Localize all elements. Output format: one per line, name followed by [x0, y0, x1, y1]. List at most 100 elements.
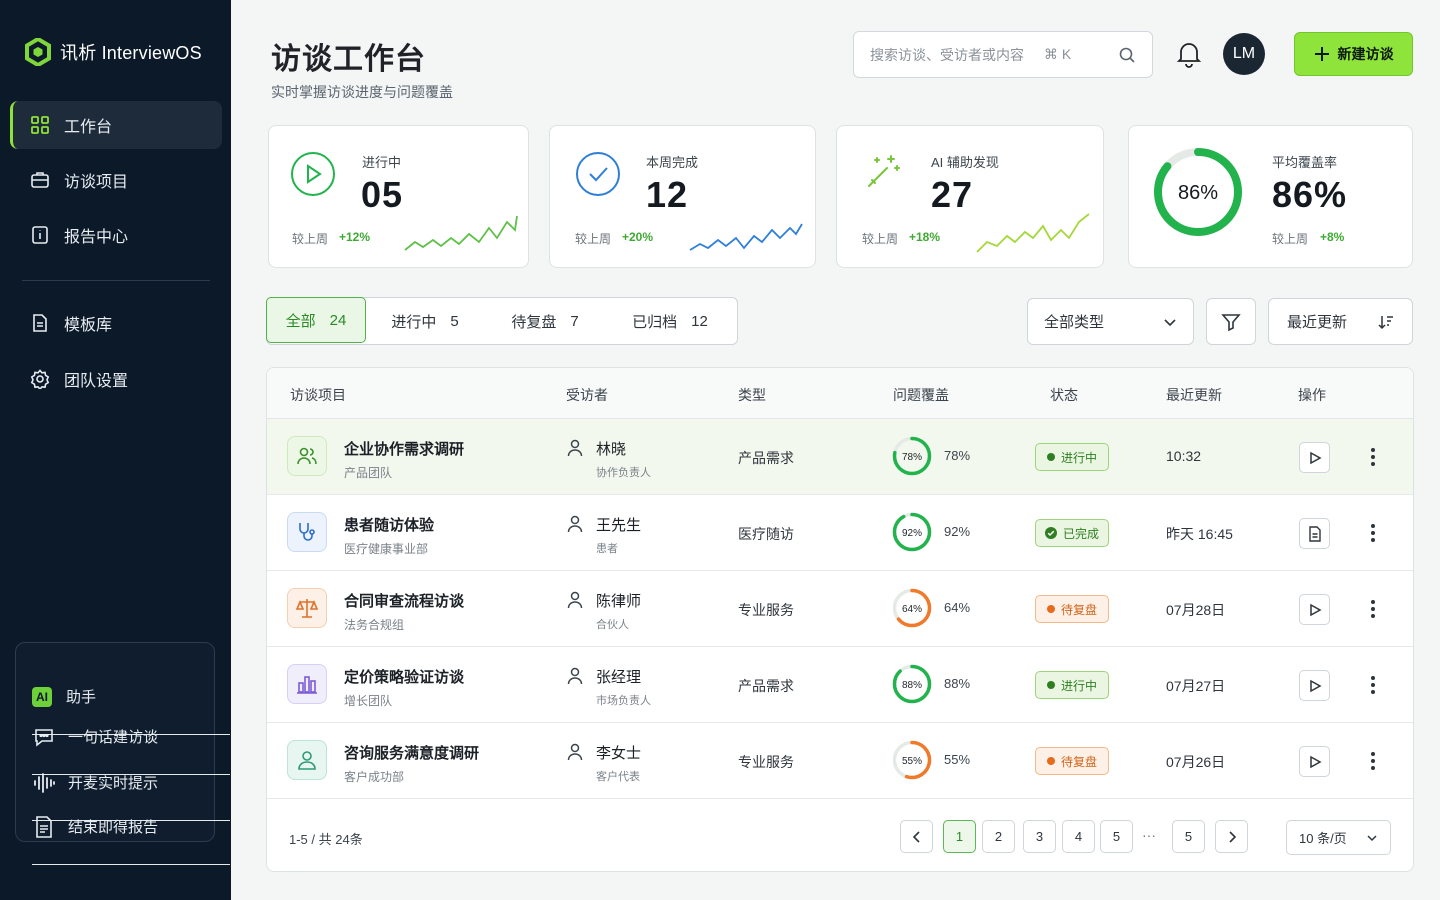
- document-icon: [33, 314, 47, 332]
- project-icon: [287, 664, 327, 704]
- bell-icon[interactable]: [1176, 40, 1202, 68]
- more-options-button[interactable]: [1363, 749, 1383, 773]
- tab-count: 5: [450, 312, 459, 330]
- page-button[interactable]: 3: [1023, 820, 1056, 853]
- table-row[interactable]: 企业协作需求调研 产品团队 林晓 协作负责人 产品需求 78% 78% 进行中 …: [267, 419, 1413, 495]
- stat-value: 27: [931, 174, 974, 215]
- sparkline: [689, 223, 803, 251]
- project-name[interactable]: 合同审查流程访谈: [344, 590, 464, 611]
- interviewee-name: 李女士: [596, 745, 642, 762]
- tab-to-review[interactable]: 待复盘 7: [485, 298, 605, 344]
- project-name[interactable]: 定价策略验证访谈: [344, 666, 464, 687]
- app-name: 讯析 InterviewOS: [60, 43, 202, 63]
- app-logo[interactable]: 讯析 InterviewOS: [24, 38, 202, 66]
- tab-count: 7: [570, 312, 579, 330]
- project-name[interactable]: 咨询服务满意度调研: [344, 742, 479, 763]
- check-circle-icon: [576, 152, 620, 196]
- play-button[interactable]: [1299, 594, 1330, 625]
- play-button[interactable]: [1299, 746, 1330, 777]
- user-icon: [298, 751, 316, 770]
- new-interview-button[interactable]: 新建访谈: [1294, 32, 1413, 76]
- search-input[interactable]: 搜索访谈、受访者或内容 ⌘ K: [853, 31, 1153, 78]
- coverage-ring: 55%: [892, 740, 932, 780]
- page-button[interactable]: 5: [1172, 820, 1205, 853]
- bar-chart-icon: [297, 676, 317, 694]
- sidebar-item-label: 报告中心: [64, 229, 129, 246]
- more-options-button[interactable]: [1363, 521, 1383, 545]
- table-header: 访谈项目 受访者 类型 问题覆盖 状态 最近更新 操作: [267, 368, 1413, 419]
- stat-card-ai-findings[interactable]: AI 辅助发现 27 较上周 +18%: [836, 125, 1104, 268]
- interviewee-name: 陈律师: [596, 593, 642, 610]
- view-report-button[interactable]: [1299, 518, 1330, 549]
- tab-label: 待复盘: [511, 313, 557, 331]
- table-row[interactable]: 患者随访体验 医疗健康事业部 王先生 患者 医疗随访 92% 92% 已完成 昨…: [267, 495, 1413, 571]
- tab-archived[interactable]: 已归档 12: [605, 298, 735, 344]
- more-vertical-icon: [1371, 600, 1375, 618]
- sidebar-item-projects[interactable]: 访谈项目: [10, 156, 222, 204]
- coverage-ring-text: 64%: [902, 604, 922, 615]
- more-options-button[interactable]: [1363, 673, 1383, 697]
- chevron-right-icon: [1228, 830, 1236, 843]
- table-row[interactable]: 咨询服务满意度调研 客户成功部 李女士 客户代表 专业服务 55% 55% 待复…: [267, 723, 1413, 799]
- sort-select[interactable]: 最近更新: [1268, 298, 1413, 345]
- person-icon: [567, 515, 583, 533]
- coverage-ring-text: 55%: [902, 756, 922, 767]
- status-dot-icon: [1046, 605, 1055, 613]
- report-icon: [32, 226, 48, 244]
- pagination-ellipsis: ···: [1142, 827, 1156, 843]
- page-button[interactable]: 1: [943, 820, 976, 853]
- user-avatar[interactable]: LM: [1223, 33, 1265, 75]
- assistant-feature-report[interactable]: 结束即得报告: [32, 789, 230, 865]
- page-size-value: 10 条/页: [1299, 831, 1347, 846]
- stat-delta: +8%: [1320, 230, 1345, 244]
- sidebar-item-templates[interactable]: 模板库: [10, 299, 222, 347]
- coverage-percent: 88%: [944, 676, 971, 691]
- project-name[interactable]: 患者随访体验: [344, 514, 434, 535]
- coverage-percent: 92%: [944, 524, 971, 539]
- next-page-button[interactable]: [1215, 820, 1248, 853]
- pagination-info: 1-5 / 共 24条: [289, 832, 363, 847]
- tab-in-progress[interactable]: 进行中 5: [365, 298, 485, 344]
- sidebar-item-label: 模板库: [64, 317, 113, 334]
- page-button[interactable]: 2: [982, 820, 1015, 853]
- page-size-select[interactable]: 10 条/页: [1286, 820, 1391, 855]
- document-icon: [1308, 525, 1321, 542]
- play-button[interactable]: [1299, 670, 1330, 701]
- person-icon: [567, 743, 583, 761]
- column-header: 状态: [1050, 387, 1078, 403]
- stat-card-in-progress[interactable]: 进行中 05 较上周 +12%: [268, 125, 529, 268]
- table-row[interactable]: 定价策略验证访谈 增长团队 张经理 市场负责人 产品需求 88% 88% 进行中…: [267, 647, 1413, 723]
- page-button[interactable]: 4: [1062, 820, 1095, 853]
- search-placeholder: 搜索访谈、受访者或内容: [870, 46, 1024, 63]
- filter-button[interactable]: [1206, 298, 1256, 345]
- type-select[interactable]: 全部类型: [1027, 298, 1194, 345]
- column-header: 类型: [738, 387, 766, 403]
- coverage-ring-text: 86%: [1178, 182, 1218, 204]
- stat-value: 12: [646, 174, 689, 215]
- project-name[interactable]: 企业协作需求调研: [344, 438, 464, 459]
- stat-card-completed[interactable]: 本周完成 12 较上周 +20%: [549, 125, 816, 268]
- more-options-button[interactable]: [1363, 445, 1383, 469]
- status-badge: 待复盘: [1035, 595, 1109, 623]
- sidebar-item-team-settings[interactable]: 团队设置: [10, 355, 222, 403]
- coverage-ring: 64%: [892, 588, 932, 628]
- play-button[interactable]: [1299, 442, 1330, 473]
- more-options-button[interactable]: [1363, 597, 1383, 621]
- stat-card-coverage[interactable]: 86% 平均覆盖率 86% 较上周 +8%: [1128, 125, 1413, 268]
- last-updated: 07月27日: [1166, 678, 1226, 694]
- tab-all[interactable]: 全部 24: [266, 297, 366, 343]
- assistant-feature-label: 结束即得报告: [68, 819, 159, 836]
- stat-label: 进行中: [362, 155, 402, 170]
- page-button[interactable]: 5: [1100, 820, 1133, 853]
- project-team: 增长团队: [344, 694, 393, 708]
- sparkline: [976, 213, 1090, 253]
- sidebar-item-reports[interactable]: 报告中心: [10, 211, 222, 259]
- sidebar-item-workbench[interactable]: 工作台: [10, 101, 222, 149]
- stethoscope-icon: [299, 523, 315, 541]
- sort-icon: [1378, 315, 1393, 329]
- sidebar: 讯析 InterviewOS 工作台 访谈项目 报告中心 模板库 团队设置 AI…: [0, 0, 231, 900]
- table-row[interactable]: 合同审查流程访谈 法务合规组 陈律师 合伙人 专业服务 64% 64% 待复盘 …: [267, 571, 1413, 647]
- magic-wand-icon: [868, 155, 900, 187]
- prev-page-button[interactable]: [900, 820, 933, 853]
- interviewee-role: 协作负责人: [596, 467, 651, 479]
